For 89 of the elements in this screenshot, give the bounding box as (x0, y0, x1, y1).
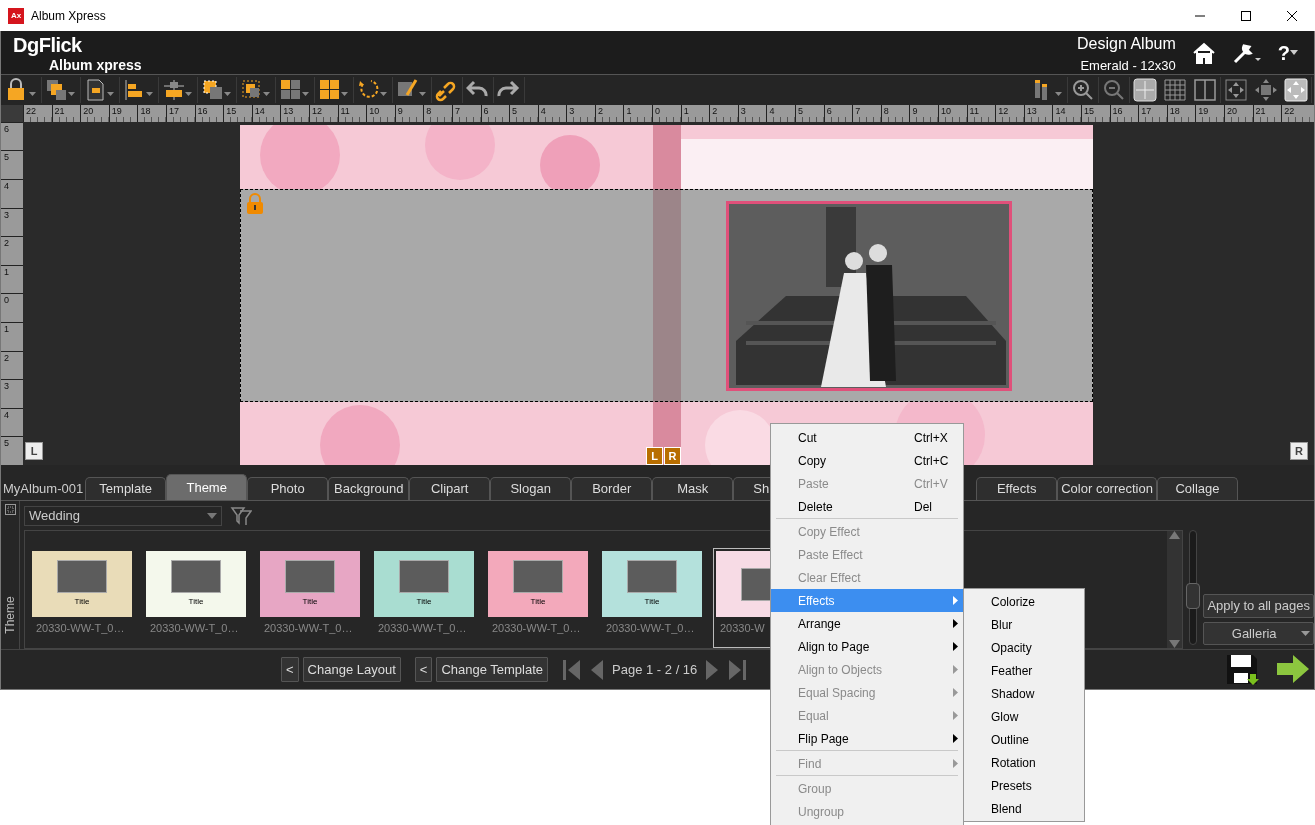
logo: DgFlick (13, 35, 83, 55)
category-dropdown[interactable]: Wedding (24, 506, 222, 527)
menu-item[interactable]: Blur (964, 613, 1084, 636)
ruler-number: 7 (451, 104, 481, 122)
ruler-number: 17 (1138, 104, 1167, 122)
tab[interactable]: Collage (1156, 477, 1238, 501)
ruler-number: 20 (80, 104, 109, 122)
help-menu[interactable]: ? (1277, 37, 1290, 68)
menu-item[interactable]: Flip Page (771, 727, 963, 750)
menu-item[interactable]: Shadow (964, 682, 1084, 705)
style-dropdown[interactable]: Galleria (1203, 621, 1314, 646)
product-name: Album xpress (49, 56, 142, 75)
ruler-number: 5 (795, 104, 824, 122)
ruler-number: 20 (1223, 104, 1253, 122)
thumbnail-caption: 20330-WW-T_0… (605, 621, 695, 637)
theme-thumbnail[interactable]: Title 20330-WW-T_0… (599, 548, 705, 649)
tab[interactable]: Color correction (1057, 477, 1157, 501)
menu-item[interactable]: Presets (964, 774, 1084, 797)
tab[interactable]: Background (328, 477, 410, 501)
ruler-number: 5 (509, 104, 538, 122)
thumbnail-caption: 20330-WW-T_0… (35, 621, 125, 637)
ruler-number: 4 (766, 104, 796, 122)
ruler-number: 13 (280, 104, 309, 122)
thumbnail-title: Title (416, 596, 432, 609)
ruler-number: 15 (1080, 104, 1110, 122)
app-icon: Ax (8, 7, 24, 24)
menu-item[interactable]: Cut Ctrl+X (771, 426, 963, 449)
apply-button[interactable]: Apply to all pages (1203, 594, 1314, 618)
menu-item[interactable]: Blend (964, 797, 1084, 820)
menu-item[interactable]: Colorize (964, 590, 1084, 613)
ruler-number: 19 (1195, 104, 1224, 122)
ruler-number: 9 (909, 104, 938, 122)
back-button[interactable]: < (414, 656, 433, 683)
thumbnail-caption: 20330-W (719, 621, 765, 637)
tab[interactable]: Slogan (490, 477, 572, 501)
ruler-number: 17 (165, 104, 195, 122)
change-button[interactable]: Change Layout (302, 656, 401, 683)
theme-thumbnail[interactable]: Title 20330-WW-T_0… (29, 548, 135, 649)
thumbnail-title: Title (74, 596, 90, 609)
thumbnail-caption: 20330-WW-T_0… (491, 621, 581, 637)
mode-title: Design Album (1077, 34, 1176, 55)
ruler-number: 7 (852, 104, 881, 122)
thumbnail-title: Title (188, 596, 204, 609)
menu-item[interactable]: Outline (964, 728, 1084, 751)
panel-label: Theme (2, 596, 18, 634)
ruler-number: 1 (623, 104, 653, 122)
page-indicator[interactable]: L (25, 441, 43, 460)
ruler-number: 8 (423, 104, 452, 122)
window-title: Album Xpress (31, 7, 106, 25)
theme-thumbnail[interactable]: Title 20330-WW-T_0… (257, 548, 363, 649)
theme-thumbnail[interactable]: Title 20330-WW-T_0… (371, 548, 477, 649)
ruler-number: 10 (938, 104, 967, 122)
ruler-number: 14 (1052, 104, 1081, 122)
ruler-number: 3 (566, 104, 595, 122)
thumbnail-title: Title (530, 596, 546, 609)
menu-item[interactable]: Feather (964, 659, 1084, 682)
tab[interactable]: Template (85, 477, 167, 501)
ruler-number: 22 (23, 104, 52, 122)
menu-item[interactable]: Rotation (964, 751, 1084, 774)
thumbnail-title: Title (644, 596, 660, 609)
ruler-number: 12 (995, 104, 1024, 122)
thumbnail-caption: 20330-WW-T_0… (377, 621, 467, 637)
ruler-number: 15 (223, 104, 252, 122)
ruler-number: 2 (709, 104, 738, 122)
ruler-number: 10 (366, 104, 395, 122)
album-size: Emerald - 12x30 (1079, 57, 1176, 76)
page-indicator[interactable]: R (1290, 441, 1308, 460)
tab[interactable]: Photo (247, 477, 329, 501)
tab[interactable]: Border (571, 477, 653, 501)
back-button[interactable]: < (281, 656, 299, 683)
page-indicator: Page 1 - 2 / 16 (612, 660, 698, 679)
menu-item[interactable]: Copy Ctrl+C (771, 449, 963, 472)
tab[interactable]: Effects (976, 477, 1058, 501)
menu-item[interactable]: Opacity (964, 636, 1084, 659)
change-button[interactable]: Change Template (436, 656, 549, 683)
ruler-number: 12 (308, 104, 338, 122)
theme-thumbnail[interactable]: Title 20330-WW-T_0… (143, 548, 249, 649)
thumbnail-caption: 20330-WW-T_0… (149, 621, 239, 637)
ruler-number: 18 (137, 104, 166, 122)
tab[interactable]: Clipart (409, 477, 491, 501)
tab[interactable]: Theme (166, 474, 248, 501)
album-name: MyAlbum-001 (2, 480, 85, 499)
thumbnail-caption: 20330-WW-T_0… (263, 621, 353, 637)
menu-item[interactable]: Glow (964, 705, 1084, 728)
theme-thumbnail[interactable]: Title 20330-WW-T_0… (485, 548, 591, 649)
ruler-number: 22 (1281, 104, 1310, 122)
tab[interactable]: Mask (652, 477, 734, 501)
thumbnail-title: Title (302, 596, 318, 609)
ruler-number: 0 (652, 104, 681, 122)
